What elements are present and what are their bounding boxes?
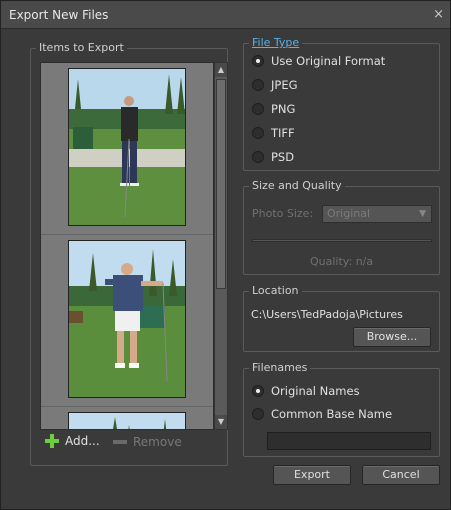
radio-psd[interactable]: PSD xyxy=(252,150,294,164)
cancel-button[interactable]: Cancel xyxy=(362,465,440,485)
location-legend: Location xyxy=(249,284,302,298)
plus-icon xyxy=(45,434,59,448)
radio-label: PNG xyxy=(271,102,296,116)
size-and-quality-group: Size and Quality Photo Size: Original ▼ … xyxy=(243,179,440,275)
radio-label: Original Names xyxy=(271,384,360,398)
scroll-down-icon[interactable]: ▼ xyxy=(215,415,227,429)
radio-label: TIFF xyxy=(271,126,295,140)
radio-button-icon xyxy=(252,127,264,139)
palm-trees-photo xyxy=(69,413,185,429)
thumbnail-image xyxy=(68,240,186,398)
radio-png[interactable]: PNG xyxy=(252,102,295,116)
photo-size-label: Photo Size: xyxy=(252,207,314,220)
photo-size-select: Original ▼ xyxy=(322,205,432,223)
scroll-thumb[interactable] xyxy=(216,79,226,289)
file-type-legend[interactable]: File Type xyxy=(249,36,303,50)
radio-button-icon xyxy=(252,103,264,115)
remove-button[interactable]: Remove xyxy=(113,435,182,449)
title-bar: Export New Files × xyxy=(1,1,450,29)
radio-label: Common Base Name xyxy=(271,407,393,421)
add-button[interactable]: Add... xyxy=(45,434,100,448)
thumbnail-list[interactable] xyxy=(40,62,214,430)
radio-label: JPEG xyxy=(271,78,298,92)
radio-original-names[interactable]: Original Names xyxy=(252,384,360,398)
list-item[interactable] xyxy=(41,407,213,429)
photo-size-value: Original xyxy=(327,207,371,220)
radio-use-original-format[interactable]: Use Original Format xyxy=(252,54,385,68)
file-type-group: File Type Use Original Format JPEG PNG T… xyxy=(243,36,440,171)
export-button[interactable]: Export xyxy=(273,465,351,485)
radio-button-icon xyxy=(252,151,264,163)
golfer-photo-2 xyxy=(69,241,185,397)
base-name-input[interactable] xyxy=(267,432,431,450)
location-path: C:\Users\TedPadoja\Pictures xyxy=(251,308,403,321)
radio-button-icon xyxy=(252,55,264,67)
filenames-legend: Filenames xyxy=(249,361,311,375)
filenames-group: Filenames Original Names Common Base Nam… xyxy=(243,361,440,457)
radio-jpeg[interactable]: JPEG xyxy=(252,78,298,92)
radio-label: Use Original Format xyxy=(271,54,386,68)
minus-icon xyxy=(113,440,127,444)
list-item[interactable] xyxy=(41,63,213,235)
list-item[interactable] xyxy=(41,235,213,407)
golfer-photo-1 xyxy=(69,69,185,225)
export-dialog: Export New Files × Items to Export ▲ ▼ A… xyxy=(0,0,451,510)
radio-common-base-name[interactable]: Common Base Name xyxy=(252,407,392,421)
browse-button[interactable]: Browse... xyxy=(353,327,431,347)
radio-button-icon xyxy=(252,79,264,91)
radio-button-icon xyxy=(252,408,264,420)
close-icon[interactable]: × xyxy=(433,7,444,22)
location-group: Location C:\Users\TedPadoja\Pictures Bro… xyxy=(243,284,440,352)
dialog-title: Export New Files xyxy=(9,8,109,22)
scroll-up-icon[interactable]: ▲ xyxy=(215,63,227,77)
radio-tiff[interactable]: TIFF xyxy=(252,126,295,140)
radio-label: PSD xyxy=(271,150,295,164)
chevron-down-icon: ▼ xyxy=(419,209,426,219)
quality-label: Quality: n/a xyxy=(310,255,374,268)
quality-slider xyxy=(252,239,432,242)
add-label: Add... xyxy=(65,434,100,448)
size-quality-legend: Size and Quality xyxy=(249,179,345,193)
thumbnail-image xyxy=(68,412,186,429)
radio-button-icon xyxy=(252,385,264,397)
thumbnail-image xyxy=(68,68,186,226)
remove-label: Remove xyxy=(133,435,182,449)
items-legend: Items to Export xyxy=(36,41,127,55)
thumbnail-scrollbar[interactable]: ▲ ▼ xyxy=(214,62,228,430)
